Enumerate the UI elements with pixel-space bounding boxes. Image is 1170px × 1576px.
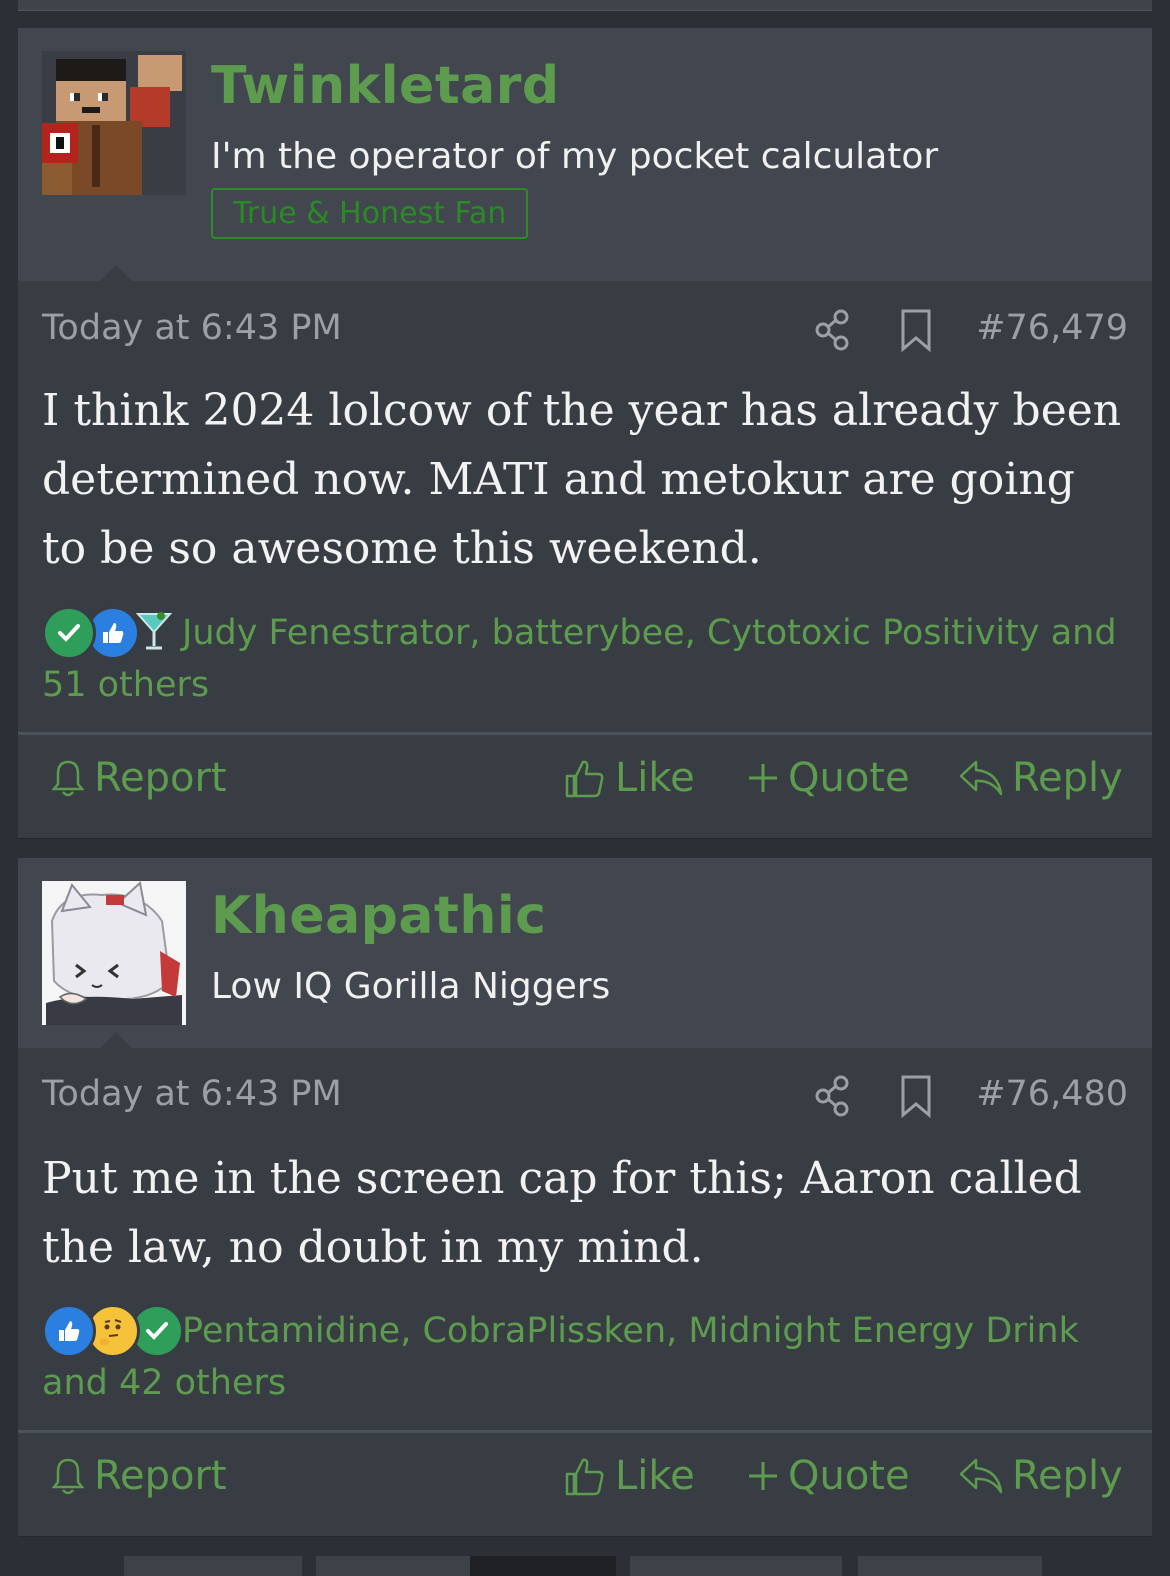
like-label: Like bbox=[615, 1453, 695, 1499]
post-user-header: Twinkletard I'm the operator of my pocke… bbox=[18, 28, 1152, 281]
avatar[interactable] bbox=[42, 51, 186, 195]
reply-arrow-icon bbox=[959, 1458, 1003, 1494]
quote-button[interactable]: Quote bbox=[746, 735, 910, 821]
reply-arrow-icon bbox=[959, 760, 1003, 796]
post-meta: Today at 6:43 PM #76,480 bbox=[42, 1074, 1128, 1124]
quote-button[interactable]: Quote bbox=[746, 1433, 910, 1519]
page-tab-active[interactable] bbox=[470, 1556, 616, 1576]
header-pointer bbox=[100, 1032, 132, 1048]
like-button[interactable]: Like bbox=[563, 735, 695, 821]
post-date[interactable]: Today at 6:43 PM bbox=[42, 308, 342, 348]
plus-icon bbox=[749, 1462, 777, 1490]
post-meta: Today at 6:43 PM #76,479 bbox=[42, 308, 1128, 358]
bottom-pagination-strip bbox=[0, 1556, 1170, 1576]
username[interactable]: Twinkletard bbox=[211, 56, 560, 116]
reply-button[interactable]: Reply bbox=[958, 735, 1123, 821]
report-button[interactable]: Report bbox=[50, 1433, 227, 1519]
quote-label: Quote bbox=[788, 755, 910, 801]
previous-post-edge bbox=[18, 0, 1152, 11]
reply-label: Reply bbox=[1012, 1453, 1123, 1499]
post: Kheapathic Low IQ Gorilla Niggers Today … bbox=[18, 858, 1152, 1536]
post: Twinkletard I'm the operator of my pocke… bbox=[18, 28, 1152, 838]
avatar[interactable] bbox=[42, 881, 186, 1025]
plus-icon bbox=[749, 764, 777, 792]
check-icon bbox=[42, 606, 96, 660]
share-icon[interactable] bbox=[813, 1074, 853, 1118]
reaction-icons bbox=[42, 606, 182, 660]
reaction-icons bbox=[42, 1304, 184, 1358]
reactions-summary[interactable]: Judy Fenestrator, batterybee, Cytotoxic … bbox=[42, 606, 1128, 711]
username[interactable]: Kheapathic bbox=[211, 886, 547, 946]
post-actions: Report Like Quote Reply bbox=[18, 1433, 1152, 1533]
report-button[interactable]: Report bbox=[50, 735, 227, 821]
page-tab[interactable] bbox=[858, 1556, 1042, 1576]
post-date[interactable]: Today at 6:43 PM bbox=[42, 1074, 342, 1114]
thumbs-up-outline-icon bbox=[565, 760, 604, 798]
reply-button[interactable]: Reply bbox=[958, 1433, 1123, 1519]
like-button[interactable]: Like bbox=[563, 1433, 695, 1519]
post-number[interactable]: #76,479 bbox=[976, 308, 1128, 348]
user-title: Low IQ Gorilla Niggers bbox=[211, 966, 611, 1007]
post-body: I think 2024 lolcow of the year has alre… bbox=[42, 385, 1122, 574]
bookmark-icon[interactable] bbox=[897, 308, 935, 353]
post-actions: Report Like Quote Reply bbox=[18, 735, 1152, 835]
quote-label: Quote bbox=[788, 1453, 910, 1499]
bell-icon bbox=[51, 760, 85, 797]
reactions-text[interactable]: Judy Fenestrator, batterybee, Cytotoxic … bbox=[42, 613, 1117, 705]
post-body: Put me in the screen cap for this; Aaron… bbox=[42, 1153, 1082, 1273]
reply-label: Reply bbox=[1012, 755, 1123, 801]
page-tab[interactable] bbox=[124, 1556, 302, 1576]
report-label: Report bbox=[94, 755, 227, 801]
thumbs-up-outline-icon bbox=[565, 1458, 604, 1496]
report-label: Report bbox=[94, 1453, 227, 1499]
user-title: I'm the operator of my pocket calculator bbox=[211, 136, 939, 177]
reactions-summary[interactable]: Pentamidine, CobraPlissken, Midnight Ene… bbox=[42, 1304, 1128, 1409]
like-label: Like bbox=[615, 755, 695, 801]
post-user-header: Kheapathic Low IQ Gorilla Niggers bbox=[18, 858, 1152, 1048]
reactions-text[interactable]: Pentamidine, CobraPlissken, Midnight Ene… bbox=[42, 1311, 1079, 1403]
bell-icon bbox=[51, 1458, 85, 1495]
page-tab[interactable] bbox=[630, 1556, 842, 1576]
thumbs-up-icon bbox=[42, 1304, 96, 1358]
post-number[interactable]: #76,480 bbox=[976, 1074, 1128, 1114]
user-banner: True & Honest Fan bbox=[211, 188, 529, 239]
header-pointer bbox=[100, 265, 132, 281]
share-icon[interactable] bbox=[813, 308, 853, 352]
bookmark-icon[interactable] bbox=[897, 1074, 935, 1119]
